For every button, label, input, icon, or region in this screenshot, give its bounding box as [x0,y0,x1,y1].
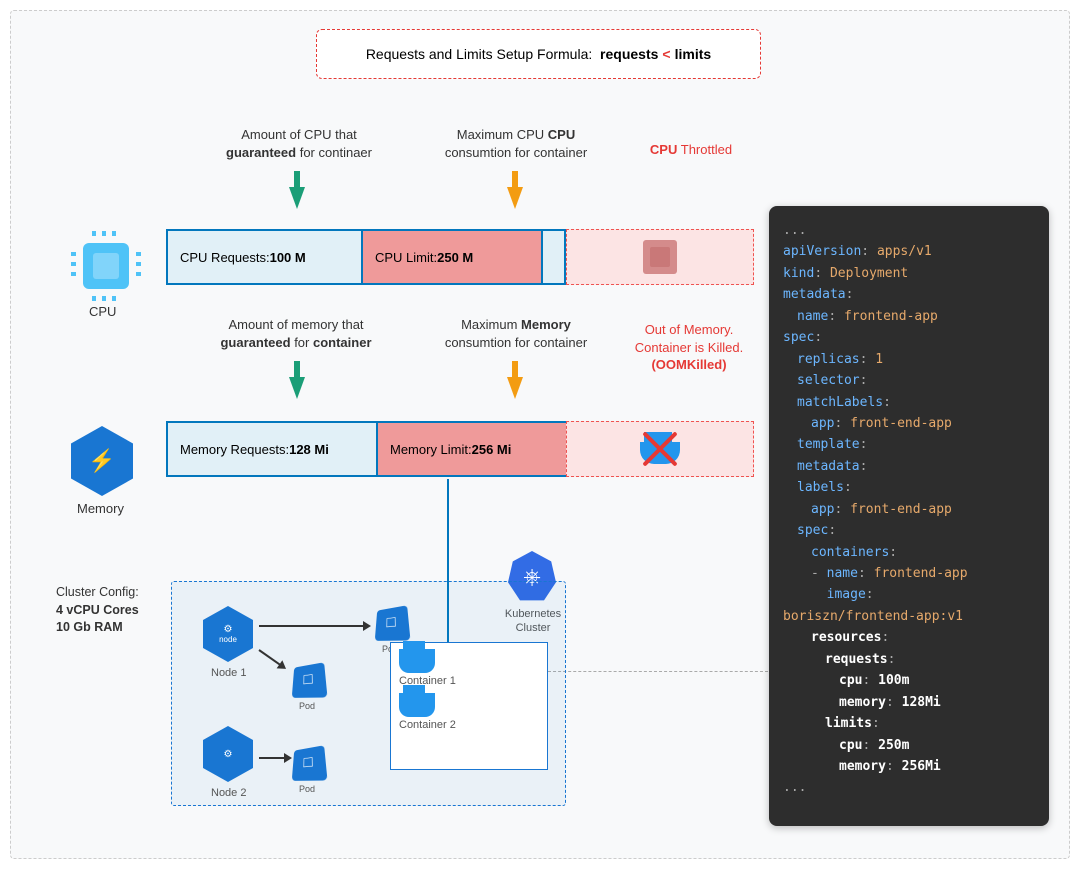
cpu-lim-segment: CPU Limit: 250 M [363,231,543,283]
docker-killed-icon [636,430,684,468]
cpu-throttled-label: CPU Throttled [626,141,756,159]
yaml-code-block: ... apiVersion: apps/v1 kind: Deployment… [769,206,1049,826]
cpu-limit-label: Maximum CPU CPU consumtion for container [431,126,601,161]
mem-icon-label: Memory [77,501,124,516]
mem-lim-segment: Memory Limit: 256 Mi [378,423,568,475]
mem-bar: Memory Requests: 128 Mi Memory Limit: 25… [166,421,566,477]
oom-label: Out of Memory. Container is Killed. (OOM… [619,321,759,374]
mem-request-label: Amount of memory that guaranteed for con… [211,316,381,351]
chip-throttled-icon [643,240,677,274]
arrow-cpu-req-icon [294,171,300,187]
memory-icon: ⚡ [71,426,133,496]
node-2-label: Node 2 [211,787,246,799]
arrow-cpu-lim-icon [512,171,518,187]
cpu-req-segment: CPU Requests: 100 M [168,231,363,283]
cpu-request-label: Amount of CPU that guaranteed for contin… [214,126,384,161]
arrow-node2-pod [259,757,285,759]
formula-limits: limits [675,46,712,62]
cpu-bar: CPU Requests: 100 M CPU Limit: 250 M [166,229,566,285]
dashed-connector [548,671,768,672]
arrow-node1-pod [259,625,364,627]
pod-2-icon: □ [292,745,328,781]
pod-1b-icon: □ [375,605,411,641]
arrow-mem-req-icon [294,361,300,377]
arrow-mem-lim-icon [512,361,518,377]
pod-container-box: Container 1 Container 2 [390,642,548,770]
mem-req-segment: Memory Requests: 128 Mi [168,423,378,475]
formula-box: Requests and Limits Setup Formula: reque… [316,29,761,79]
node-1-label: Node 1 [211,667,246,679]
formula-prefix: Requests and Limits Setup Formula: [366,46,592,62]
container-2-icon [399,693,435,717]
cpu-icon [76,236,136,296]
diagram-canvas: Requests and Limits Setup Formula: reque… [10,10,1070,859]
container-1-icon [399,649,435,673]
mem-overflow [566,421,754,477]
cpu-overflow [566,229,754,285]
cpu-icon-label: CPU [89,304,116,319]
pod-1a-icon: □ [292,662,328,698]
mem-limit-label: Maximum Memory consumtion for container [431,316,601,351]
cluster-config: Cluster Config: 4 vCPU Cores 10 Gb RAM [56,584,139,637]
formula-op: < [662,46,670,62]
formula-requests: requests [600,46,658,62]
